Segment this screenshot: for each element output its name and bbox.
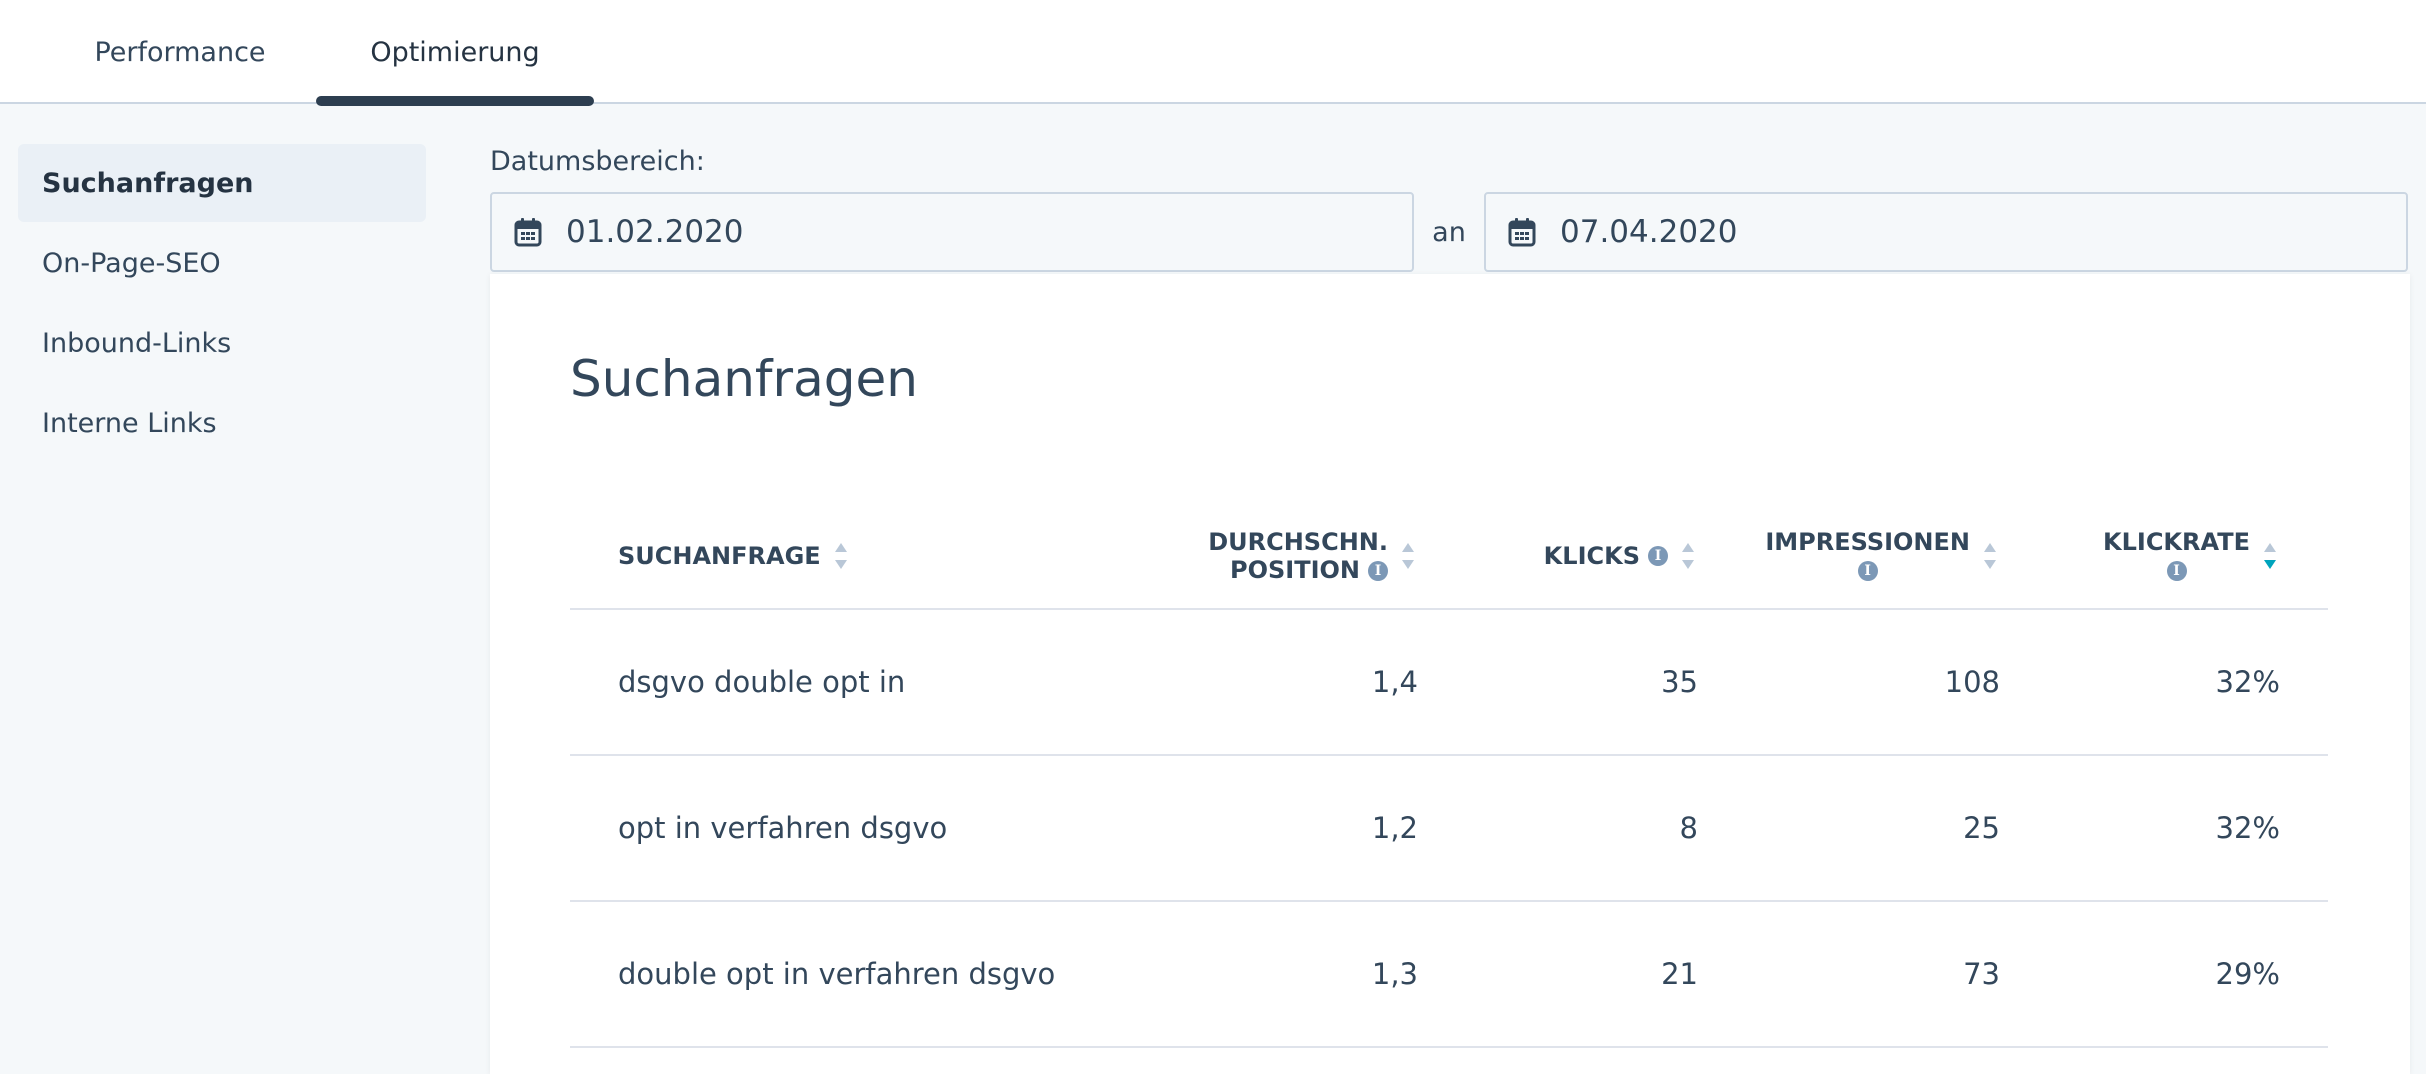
sidebar-item-suchanfragen[interactable]: Suchanfragen [18, 144, 426, 222]
info-icon[interactable]: i [1857, 561, 1878, 581]
table-row: opt in verfahren dsgvo 1,2 8 25 32% [570, 756, 2328, 902]
cell-impressions: 73 [1963, 957, 2000, 991]
info-icon[interactable]: i [1368, 561, 1388, 581]
column-header-label-2: POSITION [1230, 556, 1360, 584]
cell-position: 1,3 [1371, 957, 1418, 991]
sort-icon[interactable] [1982, 541, 2000, 571]
column-header-position[interactable]: DURCHSCHN. POSITION i [1208, 504, 1418, 608]
info-icon[interactable]: i [1648, 546, 1668, 566]
sidebar-item-label: Interne Links [42, 407, 217, 439]
end-date-value: 07.04.2020 [1560, 214, 1738, 250]
column-header-impressionen[interactable]: IMPRESSIONEN i [1765, 504, 2000, 608]
sidebar-item-interne-links[interactable]: Interne Links [18, 384, 426, 462]
sort-icon[interactable] [1680, 541, 1698, 571]
cell-position: 1,4 [1371, 665, 1418, 699]
end-date-field[interactable]: 07.04.2020 [1484, 192, 2408, 272]
column-header-label-group: IMPRESSIONEN i [1765, 528, 1970, 584]
sort-descending-icon[interactable] [2262, 541, 2280, 571]
start-date-value: 01.02.2020 [566, 214, 744, 250]
active-tab-indicator [316, 96, 594, 106]
sidebar-item-label: Suchanfragen [42, 167, 254, 199]
column-header-klicks[interactable]: KLICKS i [1544, 504, 1698, 608]
table-row: dsgvo double opt in 1,4 35 108 32% [570, 610, 2328, 756]
column-header-suchanfrage[interactable]: SUCHANFRAGE [618, 504, 851, 608]
sort-icon[interactable] [1400, 541, 1418, 571]
calendar-icon [1508, 217, 1536, 247]
date-range-label: Datumsbereich: [490, 146, 705, 177]
sidebar-item-on-page-seo[interactable]: On-Page-SEO [18, 224, 426, 302]
column-header-label: KLICKS [1543, 542, 1640, 570]
info-icon[interactable]: i [2166, 561, 2187, 581]
tab-optimierung[interactable]: Optimierung [316, 0, 594, 104]
cell-clicks: 21 [1661, 957, 1698, 991]
column-header-label: DURCHSCHN. [1208, 528, 1388, 556]
cell-query: opt in verfahren dsgvo [618, 811, 948, 845]
cell-clicks: 35 [1661, 665, 1698, 699]
card-title: Suchanfragen [570, 350, 918, 408]
cell-query: dsgvo double opt in [618, 665, 906, 699]
column-header-label: SUCHANFRAGE [618, 542, 821, 570]
table-row: double opt in verfahren dsgvo 1,3 21 73 … [570, 902, 2328, 1048]
calendar-icon [514, 217, 542, 247]
date-range-separator: an [1432, 216, 1466, 248]
tab-optimierung-label: Optimierung [370, 36, 540, 68]
column-header-label-group: DURCHSCHN. POSITION i [1208, 528, 1388, 584]
cell-impressions: 25 [1963, 811, 2000, 845]
column-header-klickrate[interactable]: KLICKRATE i [2103, 504, 2280, 608]
column-header-label: KLICKRATE [2103, 528, 2250, 556]
tab-performance-label: Performance [94, 36, 266, 68]
column-header-label: IMPRESSIONEN [1765, 528, 1970, 556]
cell-query: double opt in verfahren dsgvo [618, 957, 1056, 991]
sort-icon[interactable] [833, 541, 851, 571]
cell-ctr: 32% [2215, 665, 2280, 699]
sidebar-item-label: On-Page-SEO [42, 247, 221, 279]
cell-clicks: 8 [1679, 811, 1698, 845]
table-header: SUCHANFRAGE DURCHSCHN. POSITION i KLICKS … [570, 504, 2328, 610]
sidebar-item-inbound-links[interactable]: Inbound-Links [18, 304, 426, 382]
tab-performance[interactable]: Performance [60, 0, 300, 104]
cell-ctr: 29% [2215, 957, 2280, 991]
sidebar-item-label: Inbound-Links [42, 327, 232, 359]
top-tab-bar: Performance Optimierung [0, 0, 2426, 106]
start-date-field[interactable]: 01.02.2020 [490, 192, 1414, 272]
cell-impressions: 108 [1944, 665, 2000, 699]
queries-card: Suchanfragen SUCHANFRAGE DURCHSCHN. POSI… [490, 274, 2410, 1074]
cell-position: 1,2 [1371, 811, 1418, 845]
cell-ctr: 32% [2215, 811, 2280, 845]
column-header-label-group: KLICKRATE i [2103, 528, 2250, 584]
